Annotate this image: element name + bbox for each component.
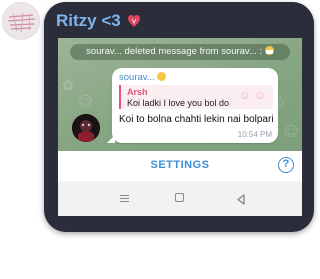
menu-icon[interactable] [120, 195, 129, 202]
service-message: sourav... deleted message from sourav...… [70, 44, 290, 60]
reply-author: Arsh [127, 87, 148, 97]
settings-bar: SETTINGS ? [58, 151, 302, 181]
mask-emoji-icon [264, 46, 274, 55]
service-message-text: sourav... deleted message from sourav...… [86, 46, 263, 57]
message-sender[interactable]: sourav... [119, 72, 167, 83]
sender-name: sourav... [119, 72, 155, 83]
chat-title[interactable]: Ritzy <3 [56, 11, 141, 33]
message-time: 10:54 PM [237, 130, 272, 139]
chat-header: Ritzy <3 [44, 2, 314, 38]
question-icon[interactable]: ? [278, 157, 294, 173]
reply-preview[interactable]: Arsh Koi ladki I love you bol do ☺☺ [119, 85, 273, 109]
reply-decoration: ☺☺ [238, 88, 269, 102]
system-nav-bar [58, 181, 302, 216]
profile-avatar[interactable] [2, 2, 40, 40]
chat-area[interactable]: ☺ ☺ ✿ ☺ ✿ ☺ sourav... deleted message fr… [58, 38, 302, 151]
home-square-icon[interactable] [175, 193, 184, 202]
back-triangle-icon[interactable] [236, 192, 246, 205]
settings-button[interactable]: SETTINGS [58, 159, 302, 171]
heart-icon [128, 13, 141, 33]
chat-title-text: Ritzy <3 [56, 11, 121, 30]
smile-emoji-icon [157, 72, 167, 81]
bubble-tail [107, 135, 115, 143]
phone-frame: Ritzy <3 ☺ ☺ ✿ ☺ ✿ ☺ sourav... deleted m… [44, 2, 314, 232]
sender-avatar[interactable] [72, 114, 100, 142]
message-bubble[interactable]: sourav... Arsh Koi ladki I love you bol … [107, 68, 278, 143]
message-text: Koi to bolna chahti lekin nai bolpari [119, 114, 274, 125]
reply-text: Koi ladki I love you bol do [127, 98, 230, 108]
